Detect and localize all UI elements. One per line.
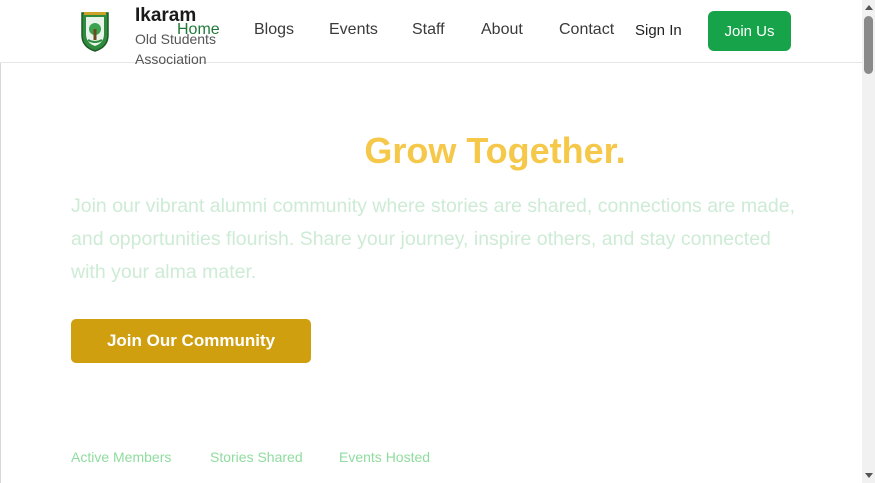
scroll-up-arrow-icon[interactable] bbox=[865, 5, 873, 10]
site-header: Ikaram Old Students Association Home Blo… bbox=[0, 0, 862, 67]
vertical-scrollbar[interactable] bbox=[862, 0, 875, 483]
scrollbar-thumb[interactable] bbox=[864, 16, 873, 74]
scroll-down-arrow-icon[interactable] bbox=[865, 473, 873, 478]
nav-home[interactable]: Home bbox=[177, 21, 220, 39]
stat-label-stories-shared: Stories Shared bbox=[210, 449, 303, 465]
stat-label-events-hosted: Events Hosted bbox=[339, 449, 431, 465]
nav-contact[interactable]: Contact bbox=[559, 21, 614, 39]
join-community-button[interactable]: Join Our Community bbox=[71, 319, 311, 363]
nav-blogs[interactable]: Blogs bbox=[254, 21, 294, 39]
sign-in-link[interactable]: Sign In bbox=[635, 22, 682, 39]
nav-staff[interactable]: Staff bbox=[412, 21, 445, 39]
hero-description: Join our vibrant alumni community where … bbox=[71, 195, 796, 283]
hero-headline: Grow Together. bbox=[364, 130, 626, 171]
nav-events[interactable]: Events bbox=[329, 21, 378, 39]
association-logo-icon[interactable] bbox=[78, 9, 112, 53]
stat-label-active-members: Active Members bbox=[71, 449, 172, 465]
nav-about[interactable]: About bbox=[481, 21, 523, 39]
window-border bbox=[0, 0, 1, 483]
join-us-button[interactable]: Join Us bbox=[708, 11, 791, 51]
